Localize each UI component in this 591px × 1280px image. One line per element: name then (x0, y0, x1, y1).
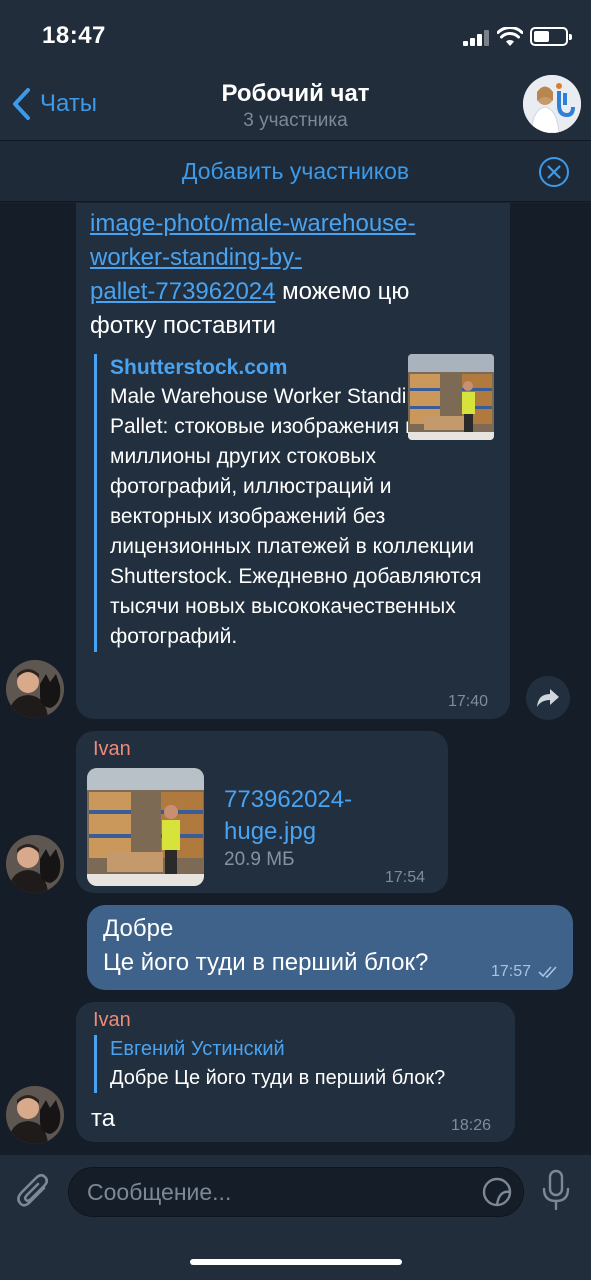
message-time: 18:26 (451, 1117, 492, 1134)
microphone-icon[interactable] (540, 1169, 572, 1213)
sender-avatar[interactable] (6, 660, 64, 718)
file-name[interactable]: 773962024- huge.jpg (224, 784, 352, 848)
add-members-bar: Добавить участников (0, 140, 591, 202)
file-size: 20.9 МБ (224, 849, 295, 870)
battery-icon (530, 27, 572, 46)
message-text-line: Добре (103, 915, 174, 942)
file-name-line: 773962024- (224, 786, 353, 813)
status-time: 18:47 (42, 22, 106, 49)
message-text: Добре Це його туди в перший блок? (103, 912, 428, 980)
sender-avatar[interactable] (6, 835, 64, 893)
message-link[interactable]: worker-standing-by- (90, 244, 302, 271)
file-thumbnail[interactable] (87, 768, 204, 886)
chat-header: Чаты Робочий чат 3 участника (0, 70, 591, 140)
message-text-line: Це його туди в перший блок? (103, 949, 429, 976)
file-name-line: huge.jpg (224, 818, 317, 845)
paperclip-icon[interactable] (16, 1172, 52, 1212)
message-field[interactable] (68, 1167, 524, 1217)
message-input[interactable] (87, 1176, 467, 1208)
reply-text: Добре Це його туди в перший блок? (110, 1067, 446, 1089)
chat-title[interactable]: Робочий чат (0, 80, 591, 108)
message-text: та (91, 1105, 116, 1132)
preview-thumbnail[interactable] (408, 354, 494, 440)
home-indicator[interactable] (190, 1259, 402, 1265)
cellular-signal-icon (463, 30, 491, 46)
forward-icon (537, 689, 559, 707)
message-time: 17:40 (448, 693, 489, 710)
message-link[interactable]: image-photo/male-warehouse- (90, 210, 416, 237)
chat-avatar[interactable] (523, 75, 581, 133)
reply-quote[interactable]: Евгений Устинский Добре Це його туди в п… (94, 1035, 445, 1093)
message-input-bar (0, 1155, 591, 1280)
reply-author: Евгений Устинский (110, 1038, 285, 1060)
sender-avatar[interactable] (6, 1086, 64, 1144)
message-list[interactable]: image-photo/male-warehouse- worker-stand… (0, 203, 591, 1155)
add-members-button[interactable]: Добавить участников (0, 158, 591, 185)
forward-button[interactable] (526, 676, 570, 720)
chat-participants-count: 3 участника (243, 110, 348, 131)
sender-name[interactable]: Ivan (93, 1009, 131, 1032)
message-time: 17:57 (491, 963, 532, 980)
message-text: image-photo/male-warehouse- worker-stand… (90, 207, 500, 343)
status-bar: 18:47 (0, 0, 591, 70)
message-text-line: фотку поставити (90, 312, 276, 339)
message-time: 17:54 (385, 869, 426, 886)
sticker-icon[interactable] (481, 1176, 513, 1208)
message-link[interactable]: pallet-773962024 (90, 278, 276, 305)
message-text-inline: можемо цю (275, 278, 410, 305)
sender-name[interactable]: Ivan (93, 738, 131, 761)
double-check-icon (538, 966, 557, 979)
close-circle-icon[interactable] (538, 156, 570, 188)
wifi-icon (497, 27, 523, 46)
